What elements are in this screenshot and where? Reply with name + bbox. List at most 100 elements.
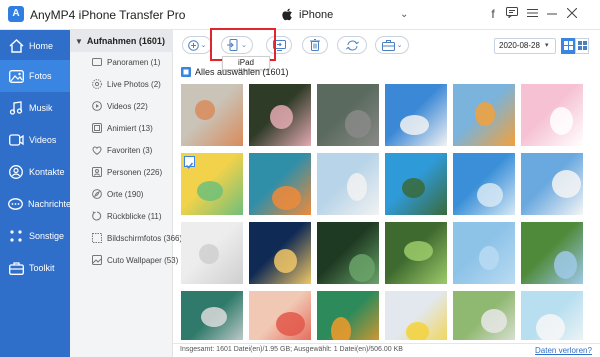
category-item-live-photos[interactable]: Live Photos (2) [70, 73, 173, 95]
refresh-button[interactable] [337, 36, 367, 54]
photo-content [406, 322, 429, 340]
category-item-videos[interactable]: Videos (22) [70, 95, 173, 117]
photo-thumbnail[interactable] [521, 222, 583, 284]
photo-thumbnail[interactable] [181, 291, 243, 340]
photo-checkbox[interactable] [184, 156, 195, 169]
photo-thumbnail[interactable] [385, 222, 447, 284]
photo-thumbnail[interactable] [181, 153, 243, 215]
sidebar-item-nachrichten[interactable]: Nachrichten [0, 188, 76, 220]
category-item-label: Animiert (13) [107, 123, 153, 133]
category-item-orte[interactable]: Orte (190) [70, 183, 173, 205]
location-icon [92, 189, 102, 199]
photo-thumbnail[interactable] [453, 84, 515, 146]
photo-thumbnail[interactable] [249, 222, 311, 284]
music-icon [8, 100, 24, 116]
refresh-icon [345, 40, 359, 51]
app-window: A AnyMP4 iPhone Transfer Pro iPhone ⌄ f … [0, 0, 600, 357]
photo-thumbnail[interactable] [453, 222, 515, 284]
minimize-icon[interactable] [545, 7, 559, 21]
photo-thumbnail[interactable] [521, 153, 583, 215]
sidebar-item-videos[interactable]: Videos [0, 124, 70, 156]
category-item-panoramen[interactable]: Panoramen (1) [70, 51, 173, 73]
grid-view-button[interactable] [561, 38, 575, 54]
photo-thumbnail[interactable] [249, 291, 311, 340]
trash-icon [310, 39, 320, 51]
toolbox-button[interactable]: ⌄ [375, 36, 409, 54]
category-item-bildschirmfotos[interactable]: Bildschirmfotos (366) [70, 227, 182, 249]
photo-thumbnail[interactable] [521, 84, 583, 146]
sidebar-item-musik[interactable]: Musik [0, 92, 70, 124]
sidebar-item-label: Fotos [29, 71, 52, 81]
category-header[interactable]: ▼ Aufnahmen (1601) [70, 30, 173, 52]
photo-thumbnail[interactable] [317, 291, 379, 340]
photo-thumbnail[interactable] [249, 84, 311, 146]
sidebar-item-label: Videos [29, 135, 57, 145]
sidebar-item-home[interactable]: Home [0, 30, 70, 62]
sidebar-item-toolkit[interactable]: Toolkit [0, 252, 70, 284]
photo-thumbnail[interactable] [521, 291, 583, 340]
sidebar-item-kontakte[interactable]: Kontakte [0, 156, 70, 188]
category-item-label: Videos (22) [107, 101, 148, 111]
sidebar-item-sonstige[interactable]: Sonstige [0, 220, 70, 252]
photo-thumbnail[interactable] [181, 222, 243, 284]
add-button[interactable]: ⌄ [182, 36, 212, 54]
photo-grid [181, 84, 590, 340]
photo-thumbnail[interactable] [317, 222, 379, 284]
sidebar-item-label: Sonstige [29, 231, 65, 241]
home-icon [8, 38, 24, 54]
photos-icon [8, 68, 24, 84]
photo-content [276, 312, 305, 336]
photo-content [552, 170, 581, 198]
list-view-button[interactable] [575, 38, 589, 54]
category-item-favoriten[interactable]: Favoriten (3) [70, 139, 173, 161]
photo-content [345, 110, 371, 138]
delete-button[interactable] [302, 36, 328, 54]
chevron-down-icon[interactable]: ⌄ [400, 9, 408, 20]
category-header-label: Aufnahmen (1601) [86, 36, 165, 46]
category-item-label: Favoriten (3) [107, 145, 153, 155]
apple-icon [282, 8, 294, 22]
category-item-label: Orte (190) [107, 189, 144, 199]
feedback-icon[interactable] [505, 7, 519, 21]
category-item-label: Live Photos (2) [107, 79, 161, 89]
grid-icon [563, 37, 573, 55]
live-photo-icon [92, 79, 102, 89]
photo-content [195, 100, 215, 120]
photo-content [400, 115, 429, 135]
photo-thumbnail[interactable] [453, 153, 515, 215]
category-item-label: Bildschirmfotos (366) [107, 233, 183, 243]
sidebar-item-label: Nachrichten [28, 199, 77, 209]
toolbox-icon [381, 39, 395, 51]
photo-thumbnail[interactable] [385, 291, 447, 340]
category-item-rueckblicke[interactable]: Rückblicke (11) [70, 205, 173, 227]
photo-thumbnail[interactable] [385, 84, 447, 146]
person-icon [92, 167, 102, 177]
list-icon [577, 37, 587, 55]
photo-thumbnail[interactable] [249, 153, 311, 215]
sidebar-item-fotos[interactable]: Fotos [0, 60, 70, 92]
photo-thumbnail[interactable] [453, 291, 515, 340]
title-bar: A AnyMP4 iPhone Transfer Pro iPhone ⌄ f [0, 0, 600, 30]
chevron-down-icon[interactable]: ▾ [545, 41, 549, 49]
data-lost-link[interactable]: Daten verloren? [535, 346, 592, 355]
photo-thumbnail[interactable] [317, 153, 379, 215]
category-item-personen[interactable]: Personen (226) [70, 161, 173, 183]
category-item-animiert[interactable]: Animiert (13) [70, 117, 173, 139]
menu-icon[interactable] [525, 7, 539, 21]
photo-thumbnail[interactable] [385, 153, 447, 215]
select-all-checkbox[interactable] [181, 67, 191, 77]
facebook-icon[interactable]: f [486, 7, 500, 21]
sidebar-item-label: Home [29, 41, 54, 51]
device-name: iPhone [299, 9, 334, 21]
chevron-down-icon: ⌄ [396, 42, 403, 49]
close-icon[interactable] [565, 7, 579, 21]
photo-content [270, 105, 293, 129]
device-selector[interactable]: iPhone [282, 7, 333, 23]
photo-thumbnail[interactable] [317, 84, 379, 146]
select-all-row[interactable]: Alles auswählen (1601) [181, 66, 289, 78]
video-icon [92, 101, 102, 111]
photo-content [349, 254, 375, 282]
category-item-cuto-wallpaper[interactable]: Cuto Wallpaper (53) [70, 249, 178, 271]
photo-thumbnail[interactable] [181, 84, 243, 146]
plus-icon [187, 39, 199, 51]
